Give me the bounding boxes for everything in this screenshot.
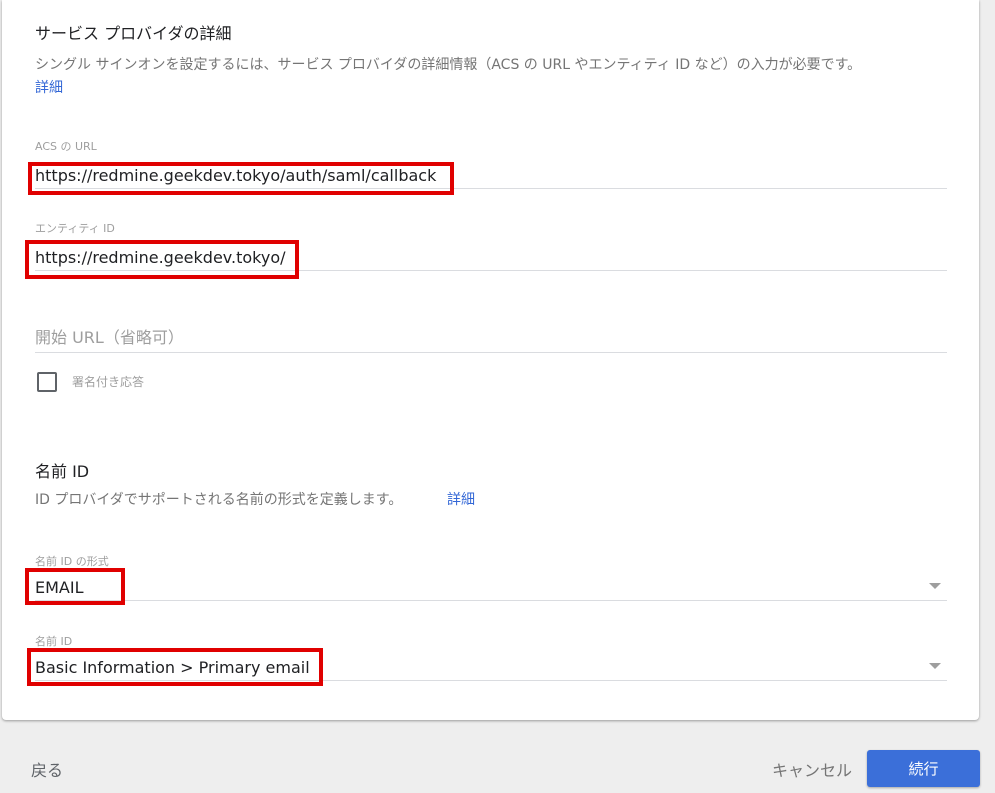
service-provider-title: サービス プロバイダの詳細 [35, 24, 232, 43]
continue-button[interactable]: 続行 [867, 750, 980, 787]
start-url-input[interactable]: 開始 URL（省略可） [35, 324, 184, 348]
name-id-format-dropdown-icon[interactable] [929, 583, 941, 589]
cancel-button[interactable]: キャンセル [772, 757, 852, 781]
name-id-format-highlight [25, 568, 125, 605]
name-id-field-highlight [27, 648, 323, 686]
name-id-field-dropdown-icon[interactable] [929, 663, 941, 669]
sso-config-card: サービス プロバイダの詳細 シングル サインオンを設定するには、サービス プロバ… [2, 0, 979, 720]
name-id-format-label: 名前 ID の形式 [35, 555, 109, 568]
name-id-format-underline [35, 600, 947, 601]
entity-id-highlight [25, 240, 299, 279]
service-provider-description: シングル サインオンを設定するには、サービス プロバイダの詳細情報（ACS の … [35, 57, 862, 73]
entity-id-label: エンティティ ID [35, 222, 115, 235]
start-url-underline [35, 352, 947, 353]
signed-response-label: 署名付き応答 [72, 375, 145, 389]
acs-url-highlight [28, 162, 454, 195]
name-id-title: 名前 ID [35, 462, 90, 481]
back-button[interactable]: 戻る [31, 757, 63, 781]
acs-url-label: ACS の URL [35, 140, 97, 153]
name-id-details-link[interactable]: 詳細 [447, 489, 475, 509]
name-id-description: ID プロバイダでサポートされる名前の形式を定義します。 [35, 492, 403, 508]
name-id-field-label: 名前 ID [35, 635, 73, 648]
service-provider-details-link[interactable]: 詳細 [35, 77, 63, 97]
signed-response-checkbox[interactable] [37, 372, 57, 392]
